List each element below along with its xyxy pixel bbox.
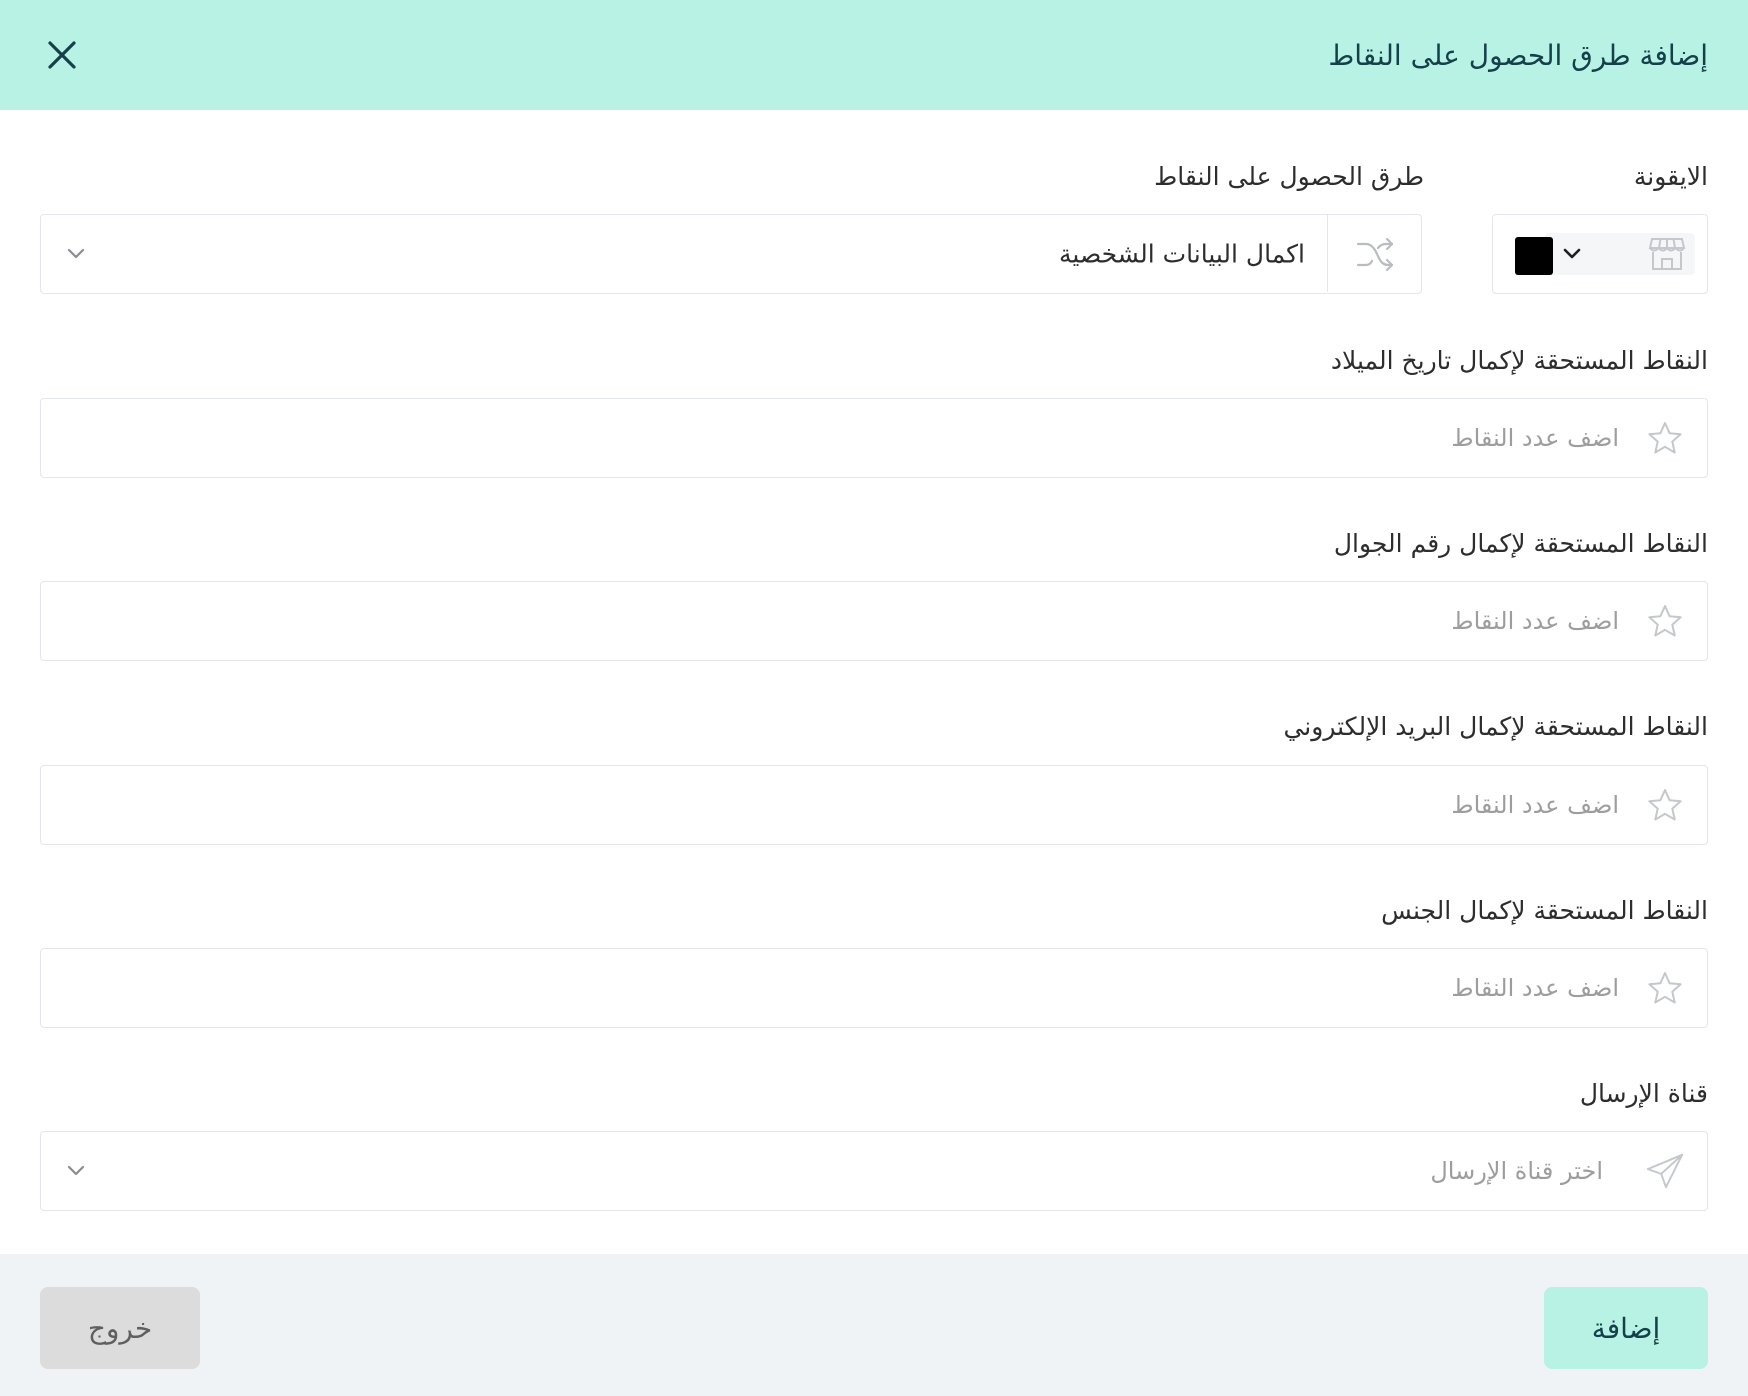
modal-title: إضافة طرق الحصول على النقاط [1328,38,1708,72]
modal-header: إضافة طرق الحصول على النقاط [0,0,1748,110]
add-points-method-modal: إضافة طرق الحصول على النقاط الايقونة طرق… [0,0,1748,1396]
points-birthdate-input[interactable]: اضف عدد النقاط [40,398,1708,478]
points-email-placeholder: اضف عدد النقاط [1451,791,1619,819]
close-button[interactable] [40,33,84,77]
store-icon [1647,235,1687,273]
star-icon [1645,601,1685,641]
add-button[interactable]: إضافة [1544,1287,1708,1369]
star-icon [1645,418,1685,458]
method-field-label: طرق الحصول على النقاط [1154,162,1424,191]
points-email-label: النقاط المستحقة لإكمال البريد الإلكتروني [1283,712,1708,741]
star-icon [1645,968,1685,1008]
icon-picker-dropdown[interactable] [1545,233,1695,275]
chevron-down-icon [63,241,89,267]
points-mobile-input[interactable]: اضف عدد النقاط [40,581,1708,661]
icon-picker[interactable] [1492,214,1708,294]
chevron-down-icon [63,1158,89,1184]
points-gender-input[interactable]: اضف عدد النقاط [40,948,1708,1028]
channel-field-label: قناة الإرسال [1579,1079,1708,1108]
channel-select[interactable]: اختر قناة الإرسال [40,1131,1708,1211]
points-birthdate-label: النقاط المستحقة لإكمال تاريخ الميلاد [1330,346,1708,375]
points-birthdate-placeholder: اضف عدد النقاط [1451,424,1619,452]
color-swatch[interactable] [1515,237,1553,275]
modal-footer: إضافة خروج [0,1254,1748,1396]
method-select[interactable]: اكمال البيانات الشخصية [40,214,1422,294]
points-gender-placeholder: اضف عدد النقاط [1451,974,1619,1002]
icon-field-label: الايقونة [1633,162,1708,191]
close-icon [48,41,76,69]
chevron-down-icon [1561,243,1583,265]
exit-button[interactable]: خروج [40,1287,200,1369]
points-email-input[interactable]: اضف عدد النقاط [40,765,1708,845]
send-icon [1645,1151,1685,1191]
method-select-value: اكمال البيانات الشخصية [1059,239,1305,269]
points-mobile-label: النقاط المستحقة لإكمال رقم الجوال [1333,529,1708,558]
channel-select-placeholder: اختر قناة الإرسال [1430,1157,1603,1185]
points-gender-label: النقاط المستحقة لإكمال الجنس [1381,896,1708,925]
points-mobile-placeholder: اضف عدد النقاط [1451,607,1619,635]
star-icon [1645,785,1685,825]
shuffle-icon [1356,237,1393,271]
method-select-icon-box [1327,215,1421,292]
